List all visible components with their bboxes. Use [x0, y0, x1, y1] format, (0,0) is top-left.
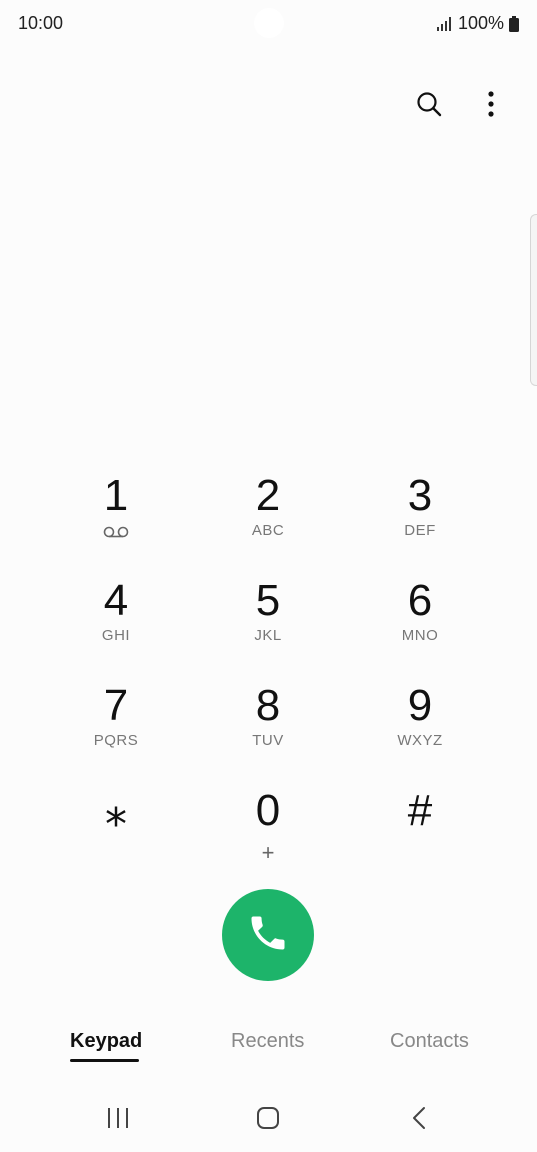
top-actions: [413, 88, 507, 120]
key-1[interactable]: 1: [40, 470, 192, 575]
status-indicators: 100%: [436, 13, 519, 34]
key-letters: PQRS: [93, 732, 139, 749]
phone-icon: [246, 911, 290, 960]
key-plus: +: [261, 840, 275, 865]
active-tab-indicator: [70, 1059, 139, 1062]
key-letters: TUV: [252, 732, 284, 749]
tab-recents[interactable]: Recents: [231, 1030, 304, 1053]
status-time: 10:00: [18, 13, 64, 33]
key-digit: 1: [103, 471, 129, 520]
key-7[interactable]: 7 PQRS: [40, 680, 192, 785]
key-star[interactable]: ⁎: [40, 785, 192, 890]
status-bar: 10:00 100%: [0, 0, 537, 48]
voicemail-icon: [103, 522, 129, 542]
home-icon[interactable]: [248, 1100, 288, 1136]
dial-keypad: 1 2 ABC 3 DEF 4 GHI 5 JKL 6 MNO 7 PQRS 8…: [40, 470, 496, 890]
key-letters: JKL: [254, 627, 282, 644]
front-camera: [254, 8, 284, 38]
key-6[interactable]: 6 MNO: [344, 575, 496, 680]
key-4[interactable]: 4 GHI: [40, 575, 192, 680]
battery-icon: [509, 15, 519, 32]
search-icon[interactable]: [413, 88, 445, 120]
key-digit: 3: [407, 471, 433, 520]
recent-apps-icon[interactable]: [98, 1100, 138, 1136]
key-letters: DEF: [404, 522, 436, 539]
key-8[interactable]: 8 TUV: [192, 680, 344, 785]
key-digit: 4: [103, 576, 129, 625]
call-button[interactable]: [222, 889, 314, 981]
key-0[interactable]: 0 +: [192, 785, 344, 890]
key-5[interactable]: 5 JKL: [192, 575, 344, 680]
key-digit: #: [407, 786, 433, 835]
key-letters: MNO: [401, 627, 439, 644]
back-icon[interactable]: [399, 1100, 439, 1136]
key-digit: 8: [255, 681, 281, 730]
key-digit: 2: [255, 471, 281, 520]
bottom-tabs: Keypad Recents Contacts: [0, 1030, 537, 1070]
more-vertical-icon[interactable]: [475, 88, 507, 120]
edge-panel-handle[interactable]: [530, 214, 537, 386]
key-2[interactable]: 2 ABC: [192, 470, 344, 575]
key-3[interactable]: 3 DEF: [344, 470, 496, 575]
key-digit: 5: [255, 576, 281, 625]
system-nav-bar: [0, 1092, 537, 1144]
key-letters: ABC: [251, 522, 285, 539]
tab-keypad[interactable]: Keypad: [70, 1030, 142, 1053]
key-letters: WXYZ: [397, 732, 443, 749]
key-digit: 6: [407, 576, 433, 625]
key-hash[interactable]: #: [344, 785, 496, 890]
key-digit: 7: [103, 681, 129, 730]
key-letters: GHI: [101, 627, 131, 644]
tab-contacts[interactable]: Contacts: [390, 1030, 469, 1053]
key-digit: 0: [255, 786, 281, 835]
signal-icon: [436, 16, 453, 31]
key-digit: ⁎: [105, 786, 127, 835]
key-9[interactable]: 9 WXYZ: [344, 680, 496, 785]
battery-level: 100%: [457, 13, 504, 33]
key-digit: 9: [407, 681, 433, 730]
